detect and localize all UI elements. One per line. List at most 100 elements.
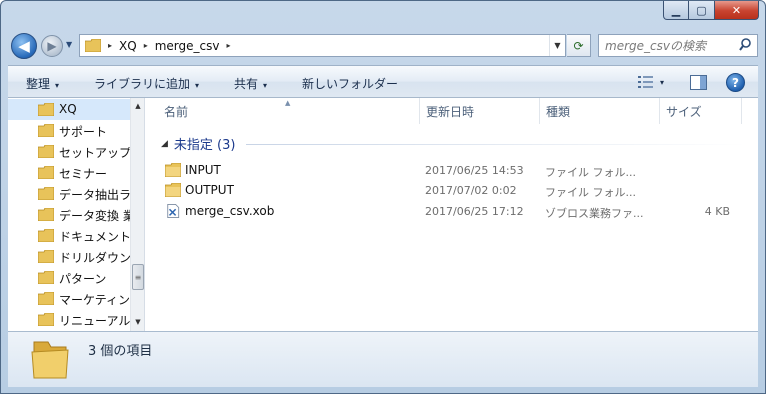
view-options-dropdown[interactable]: ▾ xyxy=(660,78,664,87)
back-arrow-icon: ◀ xyxy=(18,37,30,55)
folder-icon xyxy=(38,292,54,305)
sidebar-item-label: ドキュメント xyxy=(59,230,130,244)
collapse-triangle-icon[interactable]: ◢ xyxy=(161,139,168,149)
close-icon: ✕ xyxy=(731,3,742,17)
folder-icon xyxy=(31,341,69,379)
window-controls: ▁ ▢ ✕ xyxy=(663,1,759,20)
folder-icon xyxy=(38,229,54,242)
file-modified: 2017/06/25 14:53 xyxy=(425,164,524,177)
main-content: XQ サポート セットアップ セミナー データ抽出ラ データ変換 業 ドキュメン… xyxy=(8,98,758,331)
column-header-modified[interactable]: 更新日時 xyxy=(420,98,540,124)
explorer-window: ▁ ▢ ✕ ◀ ▶ ▼ ▸ XQ ▸ merge_csv ▸ ▼ ⟳ merge… xyxy=(0,0,766,394)
file-row-output[interactable]: OUTPUT 2017/07/02 0:02 ファイル フォル... xyxy=(146,180,758,200)
breadcrumb-separator[interactable]: ▸ xyxy=(144,41,148,50)
sort-ascending-icon: ▲ xyxy=(285,99,291,107)
sidebar-item-label: データ抽出ラ xyxy=(59,188,130,202)
sidebar-item[interactable]: データ抽出ラ xyxy=(8,183,130,204)
file-name: INPUT xyxy=(185,163,221,177)
sidebar-scrollbar[interactable]: ▲ ≡ ▼ xyxy=(130,98,144,331)
search-input[interactable] xyxy=(605,38,735,53)
search-box[interactable] xyxy=(598,34,758,57)
address-history-dropdown[interactable]: ▼ xyxy=(549,35,565,56)
address-bar[interactable]: ▸ XQ ▸ merge_csv ▸ ▼ xyxy=(79,34,566,57)
sidebar-item-label: マーケティン xyxy=(59,293,130,307)
group-label: 未指定 (3) xyxy=(173,138,236,153)
refresh-icon: ⟳ xyxy=(573,38,584,53)
scroll-up-button[interactable]: ▲ xyxy=(131,98,144,114)
scroll-thumb[interactable]: ≡ xyxy=(132,264,144,290)
column-header-label: 種類 xyxy=(546,104,571,119)
minimize-button[interactable]: ▁ xyxy=(663,1,689,20)
sidebar-item[interactable]: パターン xyxy=(8,267,130,288)
sidebar-item-label: リニューアル xyxy=(59,314,130,328)
breadcrumb-separator[interactable]: ▸ xyxy=(226,41,230,50)
chevron-down-icon: ▾ xyxy=(263,81,268,90)
title-bar[interactable]: ▁ ▢ ✕ xyxy=(1,1,765,29)
folder-icon xyxy=(85,39,101,52)
chevron-down-icon: ▾ xyxy=(195,81,200,90)
group-divider xyxy=(246,144,746,145)
column-header-label: 名前 xyxy=(164,104,189,119)
new-folder-label: 新しいフォルダー xyxy=(302,77,399,91)
folder-icon xyxy=(38,124,54,137)
sidebar-item-label: パターン xyxy=(59,272,107,286)
maximize-button[interactable]: ▢ xyxy=(689,1,715,20)
organize-label: 整理 xyxy=(26,77,51,91)
share-button[interactable]: 共有 ▾ xyxy=(234,75,267,92)
help-button[interactable]: ? xyxy=(726,73,745,92)
refresh-button[interactable]: ⟳ xyxy=(567,34,591,57)
file-list: 名前 ▲ 更新日時 種類 サイズ ◢ 未指定 (3) INPUT 2017/06… xyxy=(146,98,758,331)
preview-pane-button[interactable] xyxy=(690,75,707,93)
sidebar-item[interactable]: XQ xyxy=(8,99,130,120)
add-to-library-button[interactable]: ライブラリに追加 ▾ xyxy=(94,75,199,92)
help-icon: ? xyxy=(726,73,745,92)
file-row-input[interactable]: INPUT 2017/06/25 14:53 ファイル フォル... xyxy=(146,160,758,180)
breadcrumb-item[interactable]: merge_csv xyxy=(155,39,220,53)
close-button[interactable]: ✕ xyxy=(715,1,759,20)
group-header[interactable]: ◢ 未指定 (3) xyxy=(161,134,235,153)
organize-button[interactable]: 整理 ▾ xyxy=(26,75,59,92)
column-header-size[interactable]: サイズ xyxy=(660,98,742,124)
change-view-button[interactable] xyxy=(638,75,654,92)
file-type: ファイル フォル... xyxy=(545,166,636,179)
folder-icon xyxy=(165,183,181,197)
navigation-bar: ◀ ▶ ▼ ▸ XQ ▸ merge_csv ▸ ▼ ⟳ xyxy=(1,29,765,63)
details-pane: 3 個の項目 xyxy=(8,331,758,387)
folder-icon xyxy=(165,163,181,177)
recent-pages-dropdown[interactable]: ▼ xyxy=(66,40,72,49)
forward-arrow-icon: ▶ xyxy=(47,39,57,53)
minimize-icon: ▁ xyxy=(671,3,681,17)
view-list-icon xyxy=(638,76,653,88)
sidebar-item[interactable]: ドキュメント xyxy=(8,225,130,246)
sidebar-item[interactable]: セミナー xyxy=(8,162,130,183)
file-row-merge-csv[interactable]: merge_csv.xob 2017/06/25 17:12 ゾブロス業務ファ.… xyxy=(146,201,758,221)
scroll-down-button[interactable]: ▼ xyxy=(131,314,144,330)
breadcrumb-item[interactable]: XQ xyxy=(119,39,137,53)
file-type: ゾブロス業務ファ... xyxy=(545,207,644,220)
sidebar-item-label: セットアップ xyxy=(59,146,130,160)
file-modified: 2017/06/25 17:12 xyxy=(425,205,524,218)
sidebar-item[interactable]: ドリルダウン xyxy=(8,246,130,267)
folder-icon xyxy=(38,271,54,284)
column-header-name[interactable]: 名前 xyxy=(146,98,420,124)
maximize-icon: ▢ xyxy=(696,3,707,17)
file-type: ファイル フォル... xyxy=(545,186,636,199)
new-folder-button[interactable]: 新しいフォルダー xyxy=(302,75,398,92)
sidebar-item[interactable]: セットアップ xyxy=(8,141,130,162)
file-name: OUTPUT xyxy=(185,183,234,197)
search-icon[interactable] xyxy=(739,38,751,55)
sidebar-item[interactable]: マーケティン xyxy=(8,288,130,309)
breadcrumb-separator[interactable]: ▸ xyxy=(108,41,112,50)
sidebar-item-label: セミナー xyxy=(59,167,108,181)
sidebar-item-label: データ変換 業 xyxy=(59,209,130,223)
sidebar-item[interactable]: サポート xyxy=(8,120,130,141)
sidebar-item[interactable]: リニューアル xyxy=(8,309,130,330)
back-button[interactable]: ◀ xyxy=(11,33,37,59)
sidebar-item-label: XQ xyxy=(59,102,77,116)
sidebar-item[interactable]: データ変換 業 xyxy=(8,204,130,225)
file-name: merge_csv.xob xyxy=(185,204,275,218)
forward-button[interactable]: ▶ xyxy=(41,35,63,57)
column-header-label: サイズ xyxy=(666,104,702,119)
column-header-type[interactable]: 種類 xyxy=(540,98,660,124)
folder-icon xyxy=(38,208,54,221)
